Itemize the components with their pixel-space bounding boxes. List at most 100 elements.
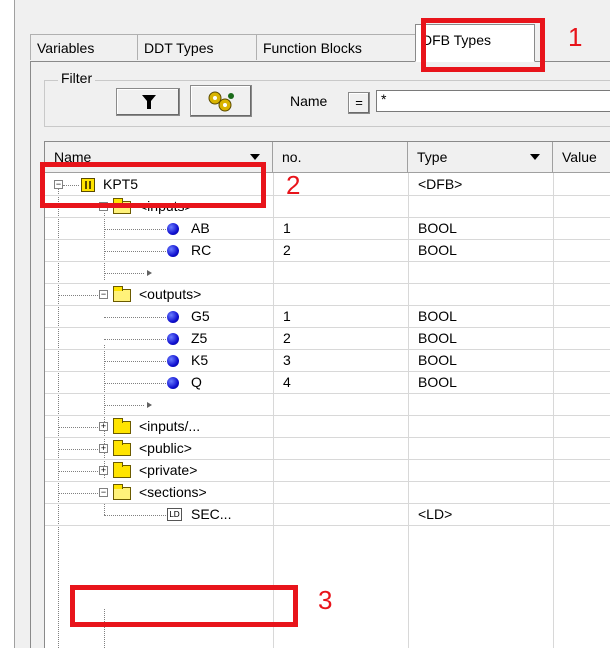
new-row-icon (147, 402, 152, 408)
table-row[interactable]: + <private> (45, 460, 610, 482)
row-name: K5 (191, 352, 209, 368)
tree-line (104, 515, 166, 516)
table-row[interactable]: Z5 2 BOOL (45, 328, 610, 350)
row-name: Z5 (191, 330, 208, 346)
column-header-type[interactable]: Type (408, 142, 553, 173)
folder-open-icon (113, 484, 131, 500)
row-no: 4 (283, 374, 291, 390)
tree-line (104, 504, 105, 515)
row-name: Q (191, 374, 202, 390)
annotation-box-1 (421, 18, 545, 72)
annotation-number-1: 1 (568, 22, 583, 52)
tab-label: DDT Types (144, 40, 214, 56)
tree-line (58, 295, 98, 296)
table-row[interactable]: + <inputs/... (45, 416, 610, 438)
table-row[interactable]: Q 4 BOOL (45, 372, 610, 394)
filter-legend: Filter (58, 70, 96, 86)
table-row[interactable]: + <public> (45, 438, 610, 460)
dfb-types-grid: Name no. Type Value − KPT5 <DFB> − <inpu… (44, 141, 610, 648)
row-name: AB (191, 220, 210, 236)
tab-label: Variables (37, 40, 95, 56)
folder-icon (113, 418, 131, 434)
table-row[interactable]: RC 2 BOOL (45, 240, 610, 262)
annotation-number-3: 3 (318, 585, 333, 615)
table-row-new[interactable] (45, 394, 610, 416)
table-row[interactable]: G5 1 BOOL (45, 306, 610, 328)
table-row[interactable]: AB 1 BOOL (45, 218, 610, 240)
row-type: BOOL (418, 308, 457, 324)
dropdown-arrow-icon (530, 154, 540, 160)
variable-icon (167, 333, 179, 345)
column-header-no[interactable]: no. (273, 142, 408, 173)
row-type: BOOL (418, 242, 457, 258)
tree-line (104, 273, 144, 274)
tree-line (104, 229, 166, 230)
column-header-label: Type (417, 149, 448, 165)
name-filter-input[interactable]: * (376, 90, 610, 112)
collapse-icon[interactable]: − (99, 488, 108, 497)
table-row-new[interactable] (45, 262, 610, 284)
annotation-box-2 (40, 162, 266, 208)
table-row[interactable]: K5 3 BOOL (45, 350, 610, 372)
row-no: 3 (283, 352, 291, 368)
row-type: <LD> (418, 506, 453, 522)
row-type: BOOL (418, 374, 457, 390)
table-row[interactable]: − <sections> (45, 482, 610, 504)
row-name: G5 (191, 308, 210, 324)
variable-icon (167, 245, 179, 257)
row-no: 1 (283, 308, 291, 324)
folder-open-icon (113, 286, 131, 302)
column-header-label: Value (562, 149, 597, 165)
variable-icon (167, 311, 179, 323)
tree-line (104, 361, 166, 362)
funnel-icon (142, 95, 156, 109)
row-no: 1 (283, 220, 291, 236)
left-border (0, 0, 15, 648)
tree-line (58, 471, 98, 472)
row-name: SEC... (191, 506, 232, 522)
row-no: 2 (283, 242, 291, 258)
folder-icon (113, 440, 131, 456)
tab-ddt-types[interactable]: DDT Types (137, 34, 257, 60)
variable-icon (167, 355, 179, 367)
row-name: <sections> (139, 484, 207, 500)
expand-icon[interactable]: + (99, 422, 108, 431)
row-name: <inputs/... (139, 418, 201, 434)
ld-section-icon: LD (167, 508, 182, 521)
annotation-box-3 (70, 585, 298, 627)
row-type: BOOL (418, 220, 457, 236)
tab-variables[interactable]: Variables (30, 34, 138, 60)
tree-line (58, 449, 98, 450)
folder-icon (113, 462, 131, 478)
row-type: BOOL (418, 352, 457, 368)
sort-arrow-icon (250, 154, 260, 160)
tree-line (58, 427, 98, 428)
tab-function-blocks[interactable]: Function Blocks (256, 34, 416, 60)
expand-icon[interactable]: + (99, 466, 108, 475)
variable-icon (167, 377, 179, 389)
filter-settings-button[interactable] (190, 85, 252, 117)
name-filter-label: Name (290, 93, 328, 109)
filter-apply-button[interactable] (116, 88, 180, 116)
row-name: <private> (139, 462, 198, 478)
collapse-icon[interactable]: − (99, 290, 108, 299)
annotation-number-2: 2 (286, 170, 301, 200)
row-no: 2 (283, 330, 291, 346)
new-row-icon (147, 270, 152, 276)
tree-line (104, 405, 144, 406)
tab-label: Function Blocks (263, 40, 362, 56)
table-row[interactable]: LD SEC... <LD> (45, 504, 610, 526)
expand-icon[interactable]: + (99, 444, 108, 453)
table-row[interactable]: − <outputs> (45, 284, 610, 306)
tree-line (104, 251, 166, 252)
column-header-value[interactable]: Value (553, 142, 610, 173)
row-name: RC (191, 242, 212, 258)
gears-icon (208, 91, 234, 112)
equals-button[interactable]: = (348, 92, 370, 114)
tree-line (104, 317, 166, 318)
tree-line (104, 339, 166, 340)
app-window: Variables DDT Types Function Blocks DFB … (0, 0, 610, 648)
tree-line (58, 493, 98, 494)
tree-line (104, 383, 166, 384)
row-name: <public> (139, 440, 192, 456)
